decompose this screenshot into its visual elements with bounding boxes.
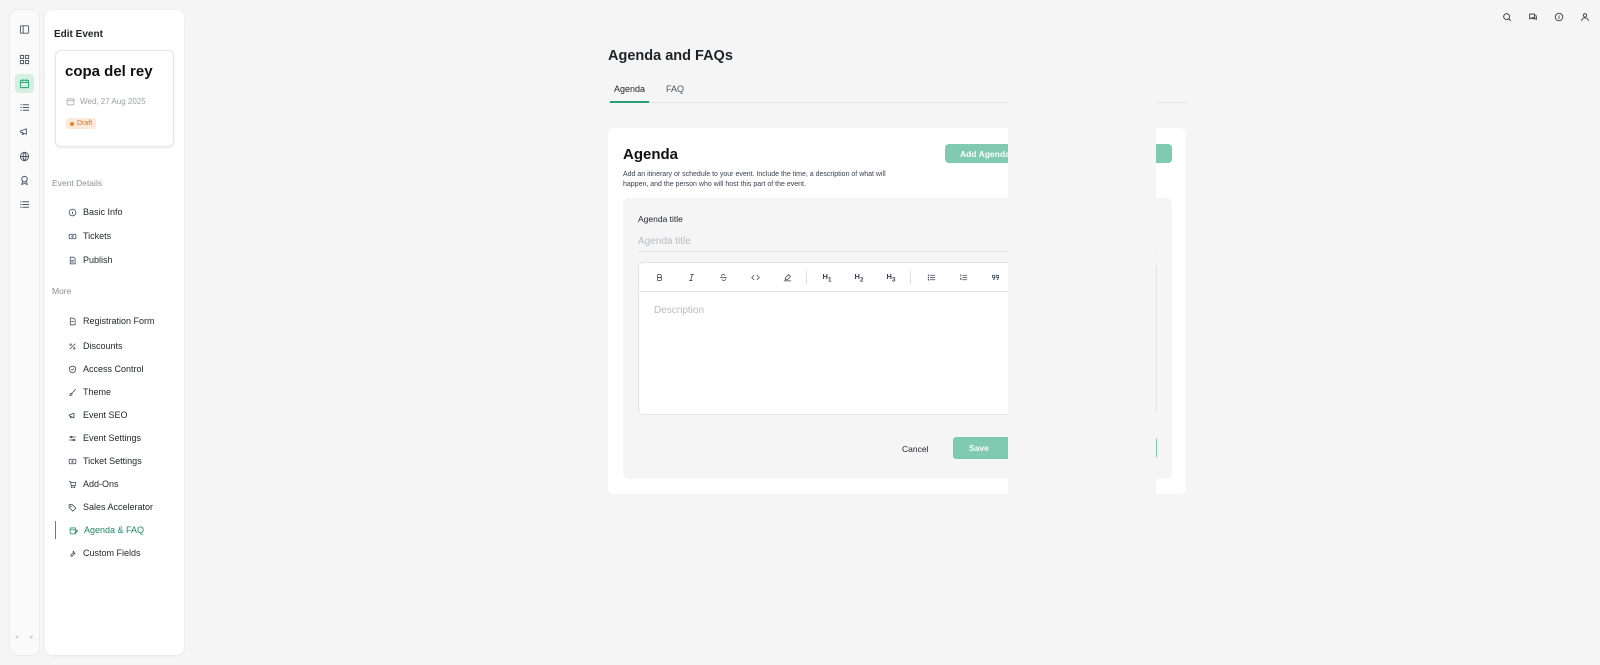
- cancel-button[interactable]: Cancel: [902, 444, 928, 454]
- award-icon[interactable]: [15, 171, 34, 190]
- tab-faq[interactable]: FAQ: [666, 84, 684, 100]
- nav-item-label: Basic Info: [83, 207, 123, 217]
- user-icon[interactable]: [1577, 10, 1593, 24]
- heading-3-button[interactable]: H3: [883, 270, 899, 285]
- brush-icon: [69, 388, 76, 396]
- event-date: Wed, 27 Aug 2025: [66, 97, 146, 106]
- rail-footer-dots: ● ●: [15, 634, 38, 641]
- sliders-icon: [69, 435, 76, 441]
- nav-item-discounts[interactable]: Discounts: [55, 337, 181, 355]
- nav-item-label: Publish: [83, 255, 113, 265]
- sidebar-toggle-icon[interactable]: [15, 20, 34, 39]
- quote-icon[interactable]: [987, 270, 1003, 285]
- nav-item-theme[interactable]: Theme: [55, 383, 181, 401]
- nav-item-label: Event SEO: [83, 410, 128, 420]
- wrench-icon: [70, 550, 76, 557]
- ticket-icon: [68, 233, 77, 239]
- agenda-title-label: Agenda title: [638, 214, 683, 224]
- calendar-icon[interactable]: [15, 74, 34, 93]
- nav-item-label: Registration Form: [83, 316, 155, 326]
- shield-icon: [69, 365, 76, 373]
- nav-item-agenda-faq[interactable]: Agenda & FAQ: [55, 521, 181, 539]
- nav-item-custom-fields[interactable]: Custom Fields: [55, 544, 181, 562]
- megaphone-icon[interactable]: [15, 122, 34, 141]
- heading-1-button[interactable]: H1: [819, 270, 835, 285]
- globe-icon[interactable]: [15, 147, 34, 166]
- nav-item-label: Discounts: [83, 341, 123, 351]
- ticket-icon: [68, 458, 77, 464]
- italic-icon[interactable]: [683, 270, 699, 285]
- nav-item-label: Agenda & FAQ: [84, 525, 145, 535]
- overlay-panel: [1008, 100, 1156, 665]
- dashboard-icon[interactable]: [15, 50, 34, 69]
- heading-2-button[interactable]: H2: [851, 270, 867, 285]
- cart-icon: [68, 480, 77, 488]
- nav-item-access-control[interactable]: Access Control: [55, 360, 181, 378]
- nav-item-label: Theme: [83, 387, 112, 397]
- toolbar-divider: [910, 271, 911, 284]
- document-icon: [69, 256, 76, 264]
- nav-item-publish[interactable]: Publish: [55, 251, 181, 269]
- nav-item-label: Tickets: [83, 231, 112, 241]
- ordered-list-icon[interactable]: [955, 270, 971, 285]
- page-title: Agenda and FAQs: [608, 48, 733, 64]
- calendar-edit-icon: [69, 527, 78, 534]
- form-icon: [69, 317, 76, 325]
- edit-event-panel: Edit Event copa del rey Wed, 27 Aug 2025…: [45, 10, 184, 655]
- nav-item-label: Add-Ons: [83, 479, 119, 489]
- status-dot: [70, 121, 74, 126]
- tab-agenda[interactable]: Agenda: [610, 84, 650, 103]
- bold-icon[interactable]: [651, 270, 667, 285]
- bullet-list-icon[interactable]: [923, 270, 939, 285]
- code-icon[interactable]: [747, 270, 763, 285]
- megaphone-icon: [68, 412, 75, 418]
- nav-item-sales-accelerator[interactable]: Sales Accelerator: [55, 498, 181, 516]
- toolbar-divider: [806, 271, 807, 284]
- nav-item-tickets[interactable]: Tickets: [55, 227, 181, 245]
- info-icon[interactable]: [1551, 10, 1567, 24]
- section-label-event-details: Event Details: [52, 178, 103, 188]
- nav-item-label: Access Control: [83, 364, 144, 374]
- panel-title: Edit Event: [54, 29, 103, 40]
- section-label-more: More: [52, 286, 72, 296]
- menu-list-icon[interactable]: [15, 195, 34, 214]
- status-text: Draft: [77, 120, 93, 127]
- event-summary-card[interactable]: copa del rey Wed, 27 Aug 2025 Draft: [55, 50, 174, 147]
- status-badge: Draft: [66, 118, 97, 129]
- list-icon[interactable]: [15, 98, 34, 117]
- header-actions: [1499, 10, 1593, 24]
- nav-item-registration-form[interactable]: Registration Form: [55, 312, 181, 330]
- chat-icon[interactable]: [1525, 10, 1541, 24]
- strikethrough-icon[interactable]: [715, 270, 731, 285]
- highlight-icon[interactable]: [779, 270, 795, 285]
- nav-item-label: Sales Accelerator: [83, 502, 154, 512]
- nav-item-event-settings[interactable]: Event Settings: [55, 429, 181, 447]
- percent-icon: [69, 343, 76, 349]
- nav-item-add-ons[interactable]: Add-Ons: [55, 475, 181, 493]
- nav-item-ticket-settings[interactable]: Ticket Settings: [55, 452, 181, 470]
- nav-item-label: Event Settings: [83, 433, 142, 443]
- icon-rail: ● ●: [10, 10, 39, 655]
- agenda-title: Agenda: [623, 146, 679, 163]
- event-name: copa del rey: [65, 63, 153, 80]
- agenda-description: Add an itinerary or schedule to your eve…: [623, 171, 886, 188]
- info-icon: [68, 208, 77, 216]
- event-date-text: Wed, 27 Aug 2025: [80, 97, 146, 106]
- description-placeholder: Description: [654, 305, 705, 316]
- search-icon[interactable]: [1499, 10, 1515, 24]
- calendar-icon: [66, 98, 75, 106]
- nav-item-label: Custom Fields: [83, 548, 141, 558]
- nav-item-basic-info[interactable]: Basic Info: [55, 203, 181, 221]
- nav-item-event-seo[interactable]: Event SEO: [55, 406, 181, 424]
- tag-icon: [68, 503, 77, 512]
- nav-item-label: Ticket Settings: [83, 456, 142, 466]
